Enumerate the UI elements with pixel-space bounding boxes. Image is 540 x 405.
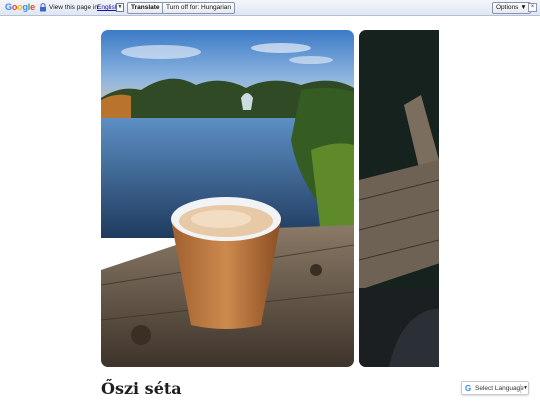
select-language-label: Select Language xyxy=(475,385,524,392)
post-title: Őszi séta xyxy=(101,379,182,398)
google-logo: Google xyxy=(5,2,35,12)
close-icon[interactable]: × xyxy=(528,3,537,12)
translate-bar: Google View this page in: English ▼ Tran… xyxy=(0,0,540,16)
image-gallery[interactable] xyxy=(101,30,439,367)
dropdown-arrow-icon[interactable]: ▼ xyxy=(116,3,124,12)
select-language-dropdown[interactable]: G Select Language ▼ xyxy=(461,381,529,395)
coffee-lake-photo xyxy=(101,30,354,367)
chevron-down-icon: ▼ xyxy=(523,385,528,391)
view-page-prefix: View this page in: xyxy=(49,4,100,11)
divider xyxy=(520,384,521,393)
turn-off-button[interactable]: Turn off for: Hungarian xyxy=(162,2,236,14)
railing-photo xyxy=(359,30,439,367)
google-g-icon: G xyxy=(465,384,472,393)
gallery-slide-coffee[interactable] xyxy=(101,30,354,367)
lock-icon xyxy=(40,3,46,12)
options-button[interactable]: Options ▼ xyxy=(492,2,531,14)
gallery-slide-railing[interactable] xyxy=(359,30,439,367)
translate-button[interactable]: Translate xyxy=(127,2,164,14)
